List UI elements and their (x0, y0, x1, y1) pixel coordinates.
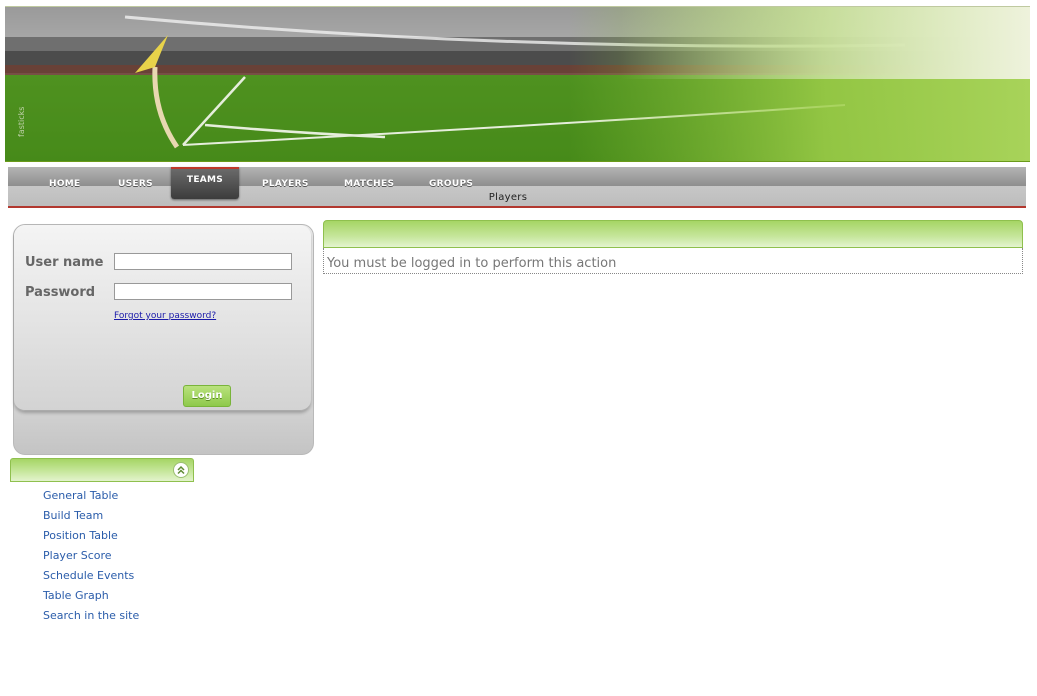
nav-users[interactable]: USERS (118, 179, 153, 189)
content-panel: You must be logged in to perform this ac… (323, 248, 1023, 274)
banner-watermark: fasticks (17, 106, 26, 137)
sidebar-item-player-score[interactable]: Player Score (43, 549, 139, 569)
username-input[interactable] (114, 253, 292, 270)
login-button[interactable]: Login (183, 385, 231, 407)
sidebar-menu: General Table Build Team Position Table … (43, 489, 139, 629)
sidebar-menu-header (10, 458, 194, 482)
nav-matches[interactable]: MATCHES (344, 179, 394, 189)
submenu-players[interactable]: Players (8, 192, 1008, 203)
sidebar-item-search[interactable]: Search in the site (43, 609, 139, 629)
nav-groups[interactable]: GROUPS (429, 179, 473, 189)
password-label: Password (25, 285, 96, 300)
forgot-password-link[interactable]: Forgot your password? (114, 311, 216, 321)
password-input[interactable] (114, 283, 292, 300)
login-required-message: You must be logged in to perform this ac… (327, 256, 617, 271)
header-banner: fasticks (5, 6, 1030, 162)
sidebar-item-schedule-events[interactable]: Schedule Events (43, 569, 139, 589)
main-navigation: HOME USERS TEAMS PLAYERS MATCHES GROUPS … (8, 167, 1026, 208)
username-label: User name (25, 255, 104, 270)
nav-home[interactable]: HOME (49, 179, 81, 189)
sidebar-item-general-table[interactable]: General Table (43, 489, 139, 509)
login-form: User name Password Forgot your password?… (14, 225, 311, 411)
double-chevron-up-icon[interactable] (173, 462, 189, 478)
nav-players[interactable]: PLAYERS (262, 179, 309, 189)
stadium-banner-image (5, 7, 1030, 161)
login-panel: User name Password Forgot your password?… (13, 224, 314, 455)
content-panel-header (323, 220, 1023, 248)
sidebar-item-build-team[interactable]: Build Team (43, 509, 139, 529)
sidebar-item-table-graph[interactable]: Table Graph (43, 589, 139, 609)
sidebar-item-position-table[interactable]: Position Table (43, 529, 139, 549)
